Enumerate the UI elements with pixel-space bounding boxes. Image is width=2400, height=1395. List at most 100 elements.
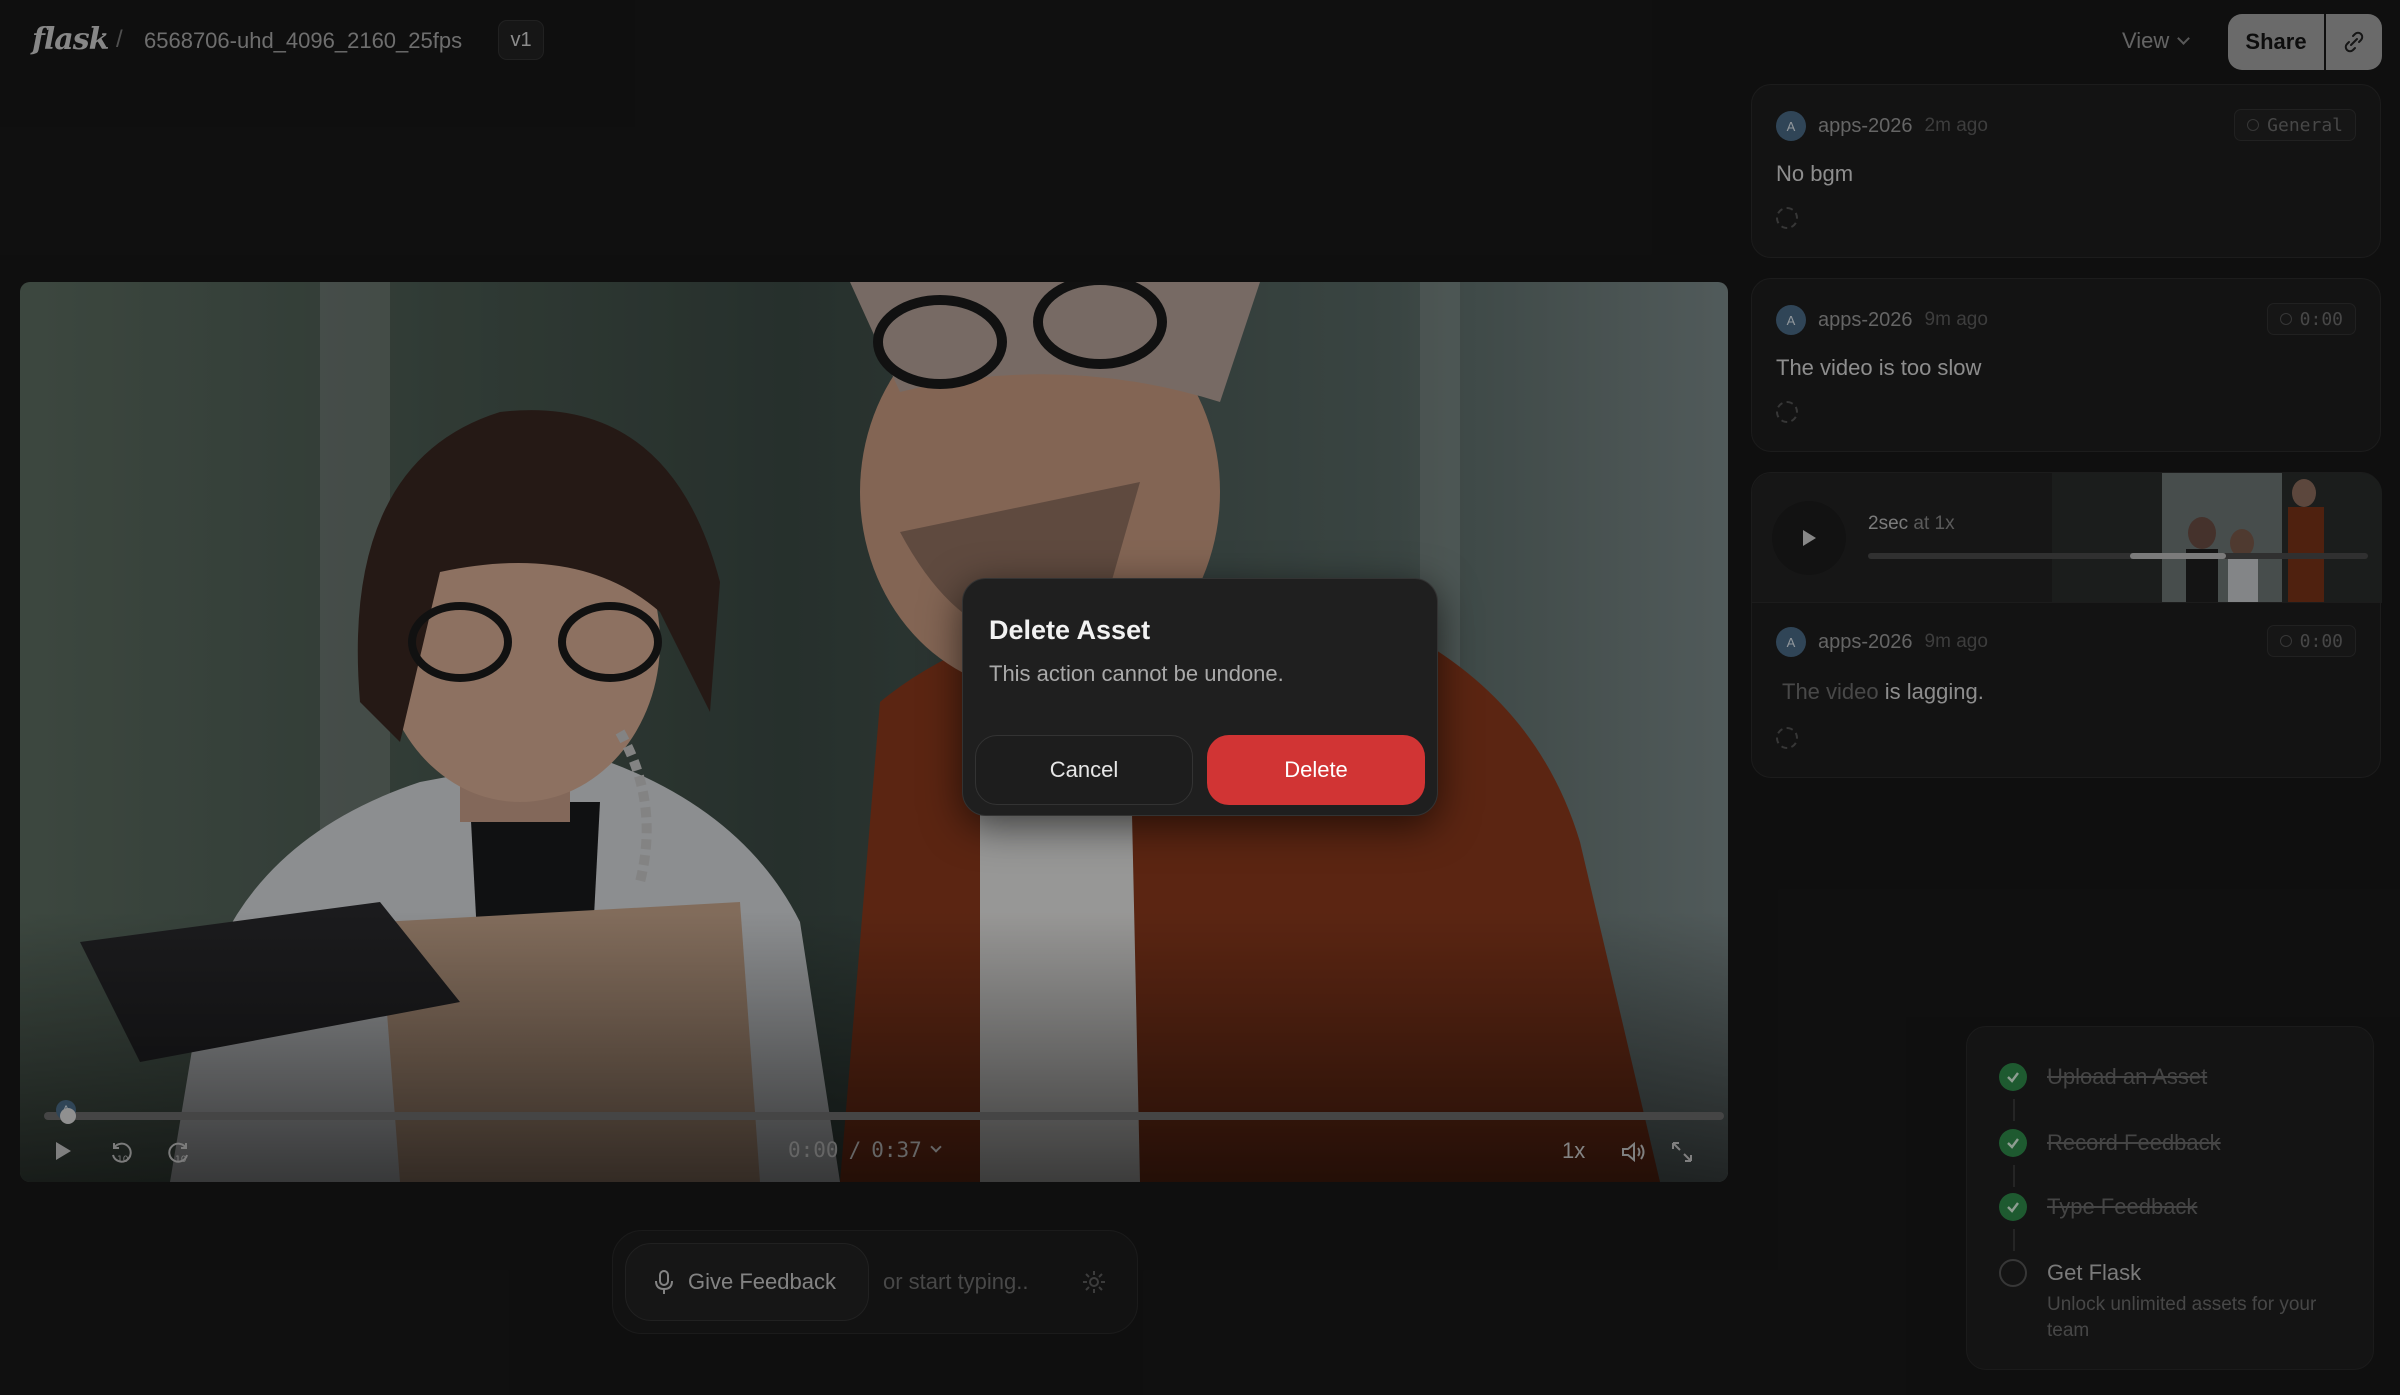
- rewind-10-icon: 10: [112, 1142, 132, 1165]
- checklist-connector: [2013, 1099, 2015, 1121]
- avatar: A: [1776, 305, 1806, 335]
- comment-time: 9m ago: [1924, 631, 1988, 652]
- comment-text: No bgm: [1776, 161, 1854, 186]
- check-icon: [1999, 1193, 2027, 1221]
- timecode-selector[interactable]: 0:00 / 0:37: [788, 1138, 942, 1162]
- playback-speed-button[interactable]: 1x: [1562, 1138, 1585, 1164]
- rewind-10-button[interactable]: 10: [108, 1140, 134, 1166]
- feedback-input[interactable]: or start typing..: [883, 1269, 1029, 1295]
- video-frame: [20, 282, 1728, 1182]
- forward-10-button[interactable]: 10: [166, 1140, 192, 1166]
- audio-play-button[interactable]: [1772, 501, 1846, 575]
- chevron-down-icon: [930, 1141, 942, 1153]
- resolve-toggle[interactable]: [1776, 207, 1798, 229]
- share-button[interactable]: Share: [2228, 14, 2324, 70]
- progress-bar[interactable]: A: [44, 1100, 1724, 1124]
- give-feedback-button[interactable]: Give Feedback: [625, 1243, 869, 1321]
- svg-text:10: 10: [175, 1155, 187, 1165]
- checklist-item-label: Record Feedback: [2047, 1130, 2221, 1155]
- comment-text: The video is too slow: [1776, 355, 1982, 380]
- player-controls: A 10 10 0:00 / 0:37: [20, 1092, 1728, 1182]
- onboarding-checklist: Upload an Asset Record Feedback Type Fee…: [1966, 1026, 2374, 1370]
- comment-header: A apps-2026 9m ago: [1776, 627, 1988, 657]
- copy-link-button[interactable]: [2326, 14, 2382, 70]
- duration: 0:37: [871, 1138, 922, 1162]
- empty-circle-icon: [1999, 1259, 2027, 1287]
- check-icon: [1999, 1129, 2027, 1157]
- delete-asset-dialog: Delete Asset This action cannot be undon…: [962, 578, 1438, 816]
- audio-duration: 2sec: [1868, 513, 1909, 534]
- comment-author: apps-2026: [1818, 630, 1913, 653]
- app-page: flask / 6568706-uhd_4096_2160_25fps v1 V…: [0, 0, 2400, 1395]
- play-button[interactable]: [52, 1140, 74, 1162]
- comment-tag-label: General: [2267, 114, 2343, 136]
- checklist-item-label: Upload an Asset: [2047, 1064, 2208, 1089]
- fullscreen-button[interactable]: [1670, 1140, 1694, 1164]
- comment-time: 2m ago: [1924, 115, 1988, 136]
- comment-tag-label: 0:00: [2299, 630, 2343, 652]
- audio-speed: at 1x: [1913, 513, 1955, 534]
- play-icon: [56, 1142, 71, 1160]
- audio-duration-label: 2sec at 1x: [1868, 513, 1955, 535]
- feedback-settings-button[interactable]: [1081, 1269, 1107, 1300]
- comment-tag[interactable]: General: [2234, 109, 2356, 141]
- video-player[interactable]: A 10 10 0:00 / 0:37: [20, 282, 1728, 1182]
- view-menu-label: View: [2122, 28, 2170, 53]
- comment-text: The video is lagging.: [1782, 679, 1984, 705]
- give-feedback-label: Give Feedback: [688, 1269, 836, 1294]
- view-menu[interactable]: View: [2122, 28, 2191, 54]
- checklist-item[interactable]: Record Feedback: [1999, 1129, 2221, 1157]
- checklist-item-description: Unlock unlimited assets for your team: [2047, 1294, 2317, 1341]
- comment-author: apps-2026: [1818, 114, 1913, 137]
- microphone-icon: [655, 1270, 673, 1294]
- comment-tag-label: 0:00: [2299, 308, 2343, 330]
- current-time: 0:00: [788, 1138, 839, 1162]
- link-icon: [2344, 31, 2364, 53]
- tag-circle-icon: [2279, 313, 2292, 325]
- checklist-item-content: Get Flask Unlock unlimited assets for yo…: [2047, 1259, 2357, 1344]
- comment-header: A apps-2026 2m ago: [1776, 111, 1988, 141]
- comment-card[interactable]: A apps-2026 9m ago 0:00 The video is too…: [1751, 278, 2381, 452]
- dialog-message: This action cannot be undone.: [989, 661, 1284, 686]
- cancel-button[interactable]: Cancel: [975, 735, 1193, 805]
- comment-header: A apps-2026 9m ago: [1776, 305, 1988, 335]
- comment-text-transcribing: The video: [1782, 679, 1879, 704]
- audio-progress-fill: [2130, 553, 2226, 559]
- checklist-item[interactable]: Get Flask Unlock unlimited assets for yo…: [1999, 1259, 2357, 1344]
- recording-thumbnail: [2052, 473, 2382, 602]
- checklist-item-label: Type Feedback: [2047, 1194, 2198, 1219]
- comment-timestamp-tag[interactable]: 0:00: [2266, 625, 2356, 657]
- svg-text:10: 10: [117, 1155, 129, 1165]
- comment-card[interactable]: A apps-2026 2m ago General No bgm: [1751, 84, 2381, 258]
- resolve-toggle[interactable]: [1776, 727, 1798, 749]
- audio-progress-bar[interactable]: [1868, 553, 2368, 559]
- flask-logo[interactable]: flask: [32, 22, 109, 57]
- progress-handle[interactable]: [60, 1108, 76, 1124]
- comment-card[interactable]: 2sec at 1x A apps-2026 9m ago 0:00 The v…: [1751, 472, 2382, 778]
- tag-circle-icon: [2247, 119, 2260, 131]
- avatar: A: [1776, 111, 1806, 141]
- resolve-toggle[interactable]: [1776, 401, 1798, 423]
- fullscreen-icon: [1672, 1142, 1692, 1162]
- comment-timestamp-tag[interactable]: 0:00: [2266, 303, 2356, 335]
- version-badge[interactable]: v1: [498, 20, 544, 60]
- asset-name[interactable]: 6568706-uhd_4096_2160_25fps: [144, 28, 462, 54]
- comment-text-rest: is lagging.: [1878, 679, 1984, 704]
- volume-icon: [1622, 1141, 1645, 1163]
- breadcrumb-separator: /: [116, 26, 123, 53]
- delete-button[interactable]: Delete: [1207, 735, 1425, 805]
- time-separator: /: [848, 1138, 862, 1162]
- avatar: A: [1776, 627, 1806, 657]
- check-icon: [1999, 1063, 2027, 1091]
- play-icon: [1803, 530, 1816, 546]
- comment-time: 9m ago: [1924, 309, 1988, 330]
- gear-icon: [1083, 1271, 1105, 1293]
- checklist-connector: [2013, 1229, 2015, 1251]
- top-bar: flask / 6568706-uhd_4096_2160_25fps v1 V…: [0, 0, 2400, 84]
- checklist-connector: [2013, 1165, 2015, 1187]
- volume-button[interactable]: [1620, 1140, 1648, 1164]
- checklist-item[interactable]: Type Feedback: [1999, 1193, 2197, 1221]
- checklist-item[interactable]: Upload an Asset: [1999, 1063, 2207, 1091]
- comment-author: apps-2026: [1818, 308, 1913, 331]
- tag-circle-icon: [2279, 635, 2292, 647]
